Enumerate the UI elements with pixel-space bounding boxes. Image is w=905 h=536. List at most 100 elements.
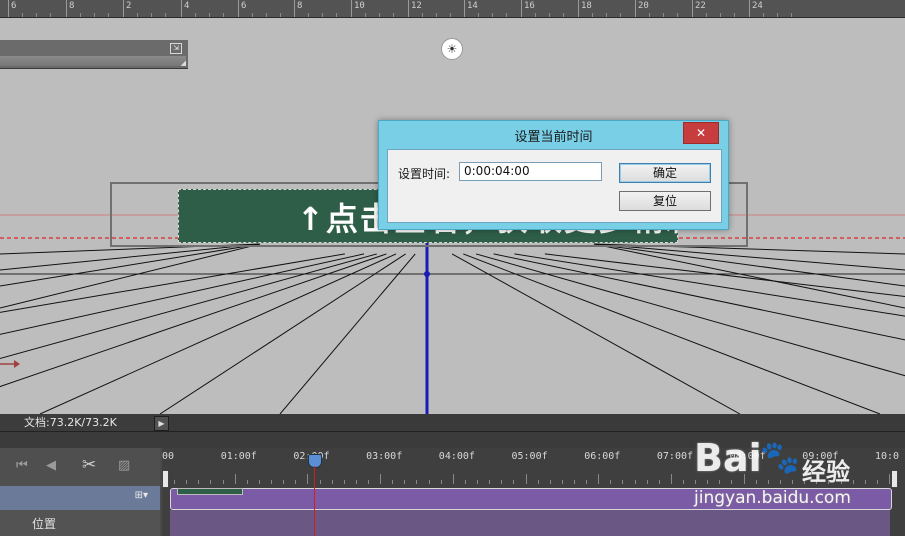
ruler-label: 8 xyxy=(297,1,303,11)
timeline-minor-tick xyxy=(464,480,466,484)
baidu-jingyan-watermark: Bai 🐾 经验 jingyan.baidu.com xyxy=(694,436,894,526)
ruler-label: 6 xyxy=(11,1,17,11)
timeline-minor-tick xyxy=(331,480,333,484)
ruler-label: 18 xyxy=(581,1,592,11)
ruler-minor-tick xyxy=(734,13,735,17)
timeline-minor-tick xyxy=(513,480,515,484)
ruler-minor-tick xyxy=(677,13,678,17)
transition-icon[interactable]: ▨ xyxy=(118,458,130,473)
ruler-tick xyxy=(408,0,409,17)
timeline-minor-tick xyxy=(683,480,685,484)
ruler-minor-tick xyxy=(137,13,138,17)
status-bar: 文档:73.2K/73.2K ▶ xyxy=(0,414,905,431)
layer-film-icon[interactable]: ⊞▾ xyxy=(135,490,148,501)
time-input[interactable] xyxy=(459,162,602,181)
timeline-minor-tick xyxy=(549,480,551,484)
grid-ray xyxy=(451,253,741,414)
grid-ray xyxy=(159,253,406,414)
watermark-url: jingyan.baidu.com xyxy=(694,488,851,508)
ruler-tick xyxy=(351,0,352,17)
grid-ray xyxy=(544,253,905,297)
ruler-minor-tick xyxy=(365,13,366,17)
timeline-minor-tick xyxy=(222,480,224,484)
ruler-label: 16 xyxy=(524,1,535,11)
timeline-minor-tick xyxy=(404,480,406,484)
status-bar-filler xyxy=(170,414,905,431)
ruler-minor-tick xyxy=(308,13,309,17)
property-row-position[interactable]: 位置 xyxy=(0,510,160,536)
ruler-label: 10 xyxy=(354,1,365,11)
timeline-tick-label: 03:00f xyxy=(366,451,403,462)
ruler-tick xyxy=(464,0,465,17)
timeline-minor-tick xyxy=(343,480,345,484)
ruler-minor-tick xyxy=(209,13,210,17)
ruler-tick xyxy=(123,0,124,17)
previous-frame-icon[interactable]: ◀ xyxy=(46,458,56,473)
ruler-label: 12 xyxy=(411,1,422,11)
ruler-label: 2 xyxy=(126,1,132,11)
watermark-cn: 经验 xyxy=(802,458,850,486)
timeline-minor-tick xyxy=(416,480,418,484)
document-size-info[interactable]: 文档:73.2K/73.2K xyxy=(24,414,150,431)
ruler-minor-tick xyxy=(266,13,267,17)
panel-gradient-bar xyxy=(0,56,186,66)
timeline-minor-tick xyxy=(186,480,188,484)
ruler-label: 8 xyxy=(69,1,75,11)
playhead-handle[interactable] xyxy=(308,454,322,468)
layer-row[interactable]: ⊞▾ xyxy=(0,486,160,510)
light-source-icon[interactable]: ☀ xyxy=(441,38,463,60)
expand-icon[interactable]: ⇲ xyxy=(170,43,182,54)
ruler-tick xyxy=(578,0,579,17)
ruler-minor-tick xyxy=(592,13,593,17)
ruler-minor-tick xyxy=(450,13,451,17)
timeline-minor-tick xyxy=(658,480,660,484)
ruler-minor-tick xyxy=(22,13,23,17)
timeline-tick xyxy=(307,474,309,484)
timeline-minor-tick xyxy=(367,480,369,484)
grid-ray xyxy=(593,243,905,271)
grid-ray xyxy=(0,243,261,287)
timeline-tick-label: 00 xyxy=(162,451,175,462)
ruler-tick xyxy=(635,0,636,17)
ruler-minor-tick xyxy=(336,13,337,17)
ruler-tick xyxy=(521,0,522,17)
ruler-minor-tick xyxy=(36,13,37,17)
ruler-minor-tick xyxy=(763,13,764,17)
reset-button[interactable]: 复位 xyxy=(619,191,711,211)
ruler-minor-tick xyxy=(535,13,536,17)
timeline-minor-tick xyxy=(392,480,394,484)
ruler-minor-tick xyxy=(663,13,664,17)
ruler-tick xyxy=(749,0,750,17)
watermark-brand: Bai xyxy=(694,436,762,480)
status-menu-arrow-icon[interactable]: ▶ xyxy=(154,416,169,431)
timeline-minor-tick xyxy=(198,480,200,484)
ruler-minor-tick xyxy=(223,13,224,17)
resize-grip-icon[interactable]: ◢ xyxy=(181,59,186,67)
ruler-label: 20 xyxy=(638,1,649,11)
time-field-label: 设置时间: xyxy=(398,167,451,181)
grid-ray xyxy=(475,253,905,377)
ruler-label: 24 xyxy=(752,1,763,11)
timeline-minor-tick xyxy=(319,480,321,484)
timeline-minor-tick xyxy=(561,480,563,484)
timeline-minor-tick xyxy=(634,480,636,484)
timeline-tick xyxy=(525,474,527,484)
grid-ray xyxy=(0,243,261,309)
grid-ray xyxy=(0,253,365,335)
timeline-minor-tick xyxy=(610,480,612,484)
ruler-minor-tick xyxy=(549,13,550,17)
dialog-body: 设置时间: 确定 复位 xyxy=(387,149,722,223)
split-scissors-icon[interactable]: ✂ xyxy=(82,455,96,475)
set-current-time-dialog: 设置当前时间 ✕ 设置时间: 确定 复位 xyxy=(378,120,729,230)
ok-button[interactable]: 确定 xyxy=(619,163,711,183)
work-area-start-handle[interactable] xyxy=(162,470,169,488)
timeline-minor-tick xyxy=(258,480,260,484)
ruler-minor-tick xyxy=(195,13,196,17)
go-to-first-frame-icon[interactable]: ⏮ xyxy=(16,458,28,473)
ruler-label: 4 xyxy=(184,1,190,11)
ruler-minor-tick xyxy=(720,13,721,17)
timeline-tick-label: 04:00f xyxy=(438,451,475,462)
ruler-minor-tick xyxy=(563,13,564,17)
ruler-minor-tick xyxy=(478,13,479,17)
close-icon[interactable]: ✕ xyxy=(683,122,719,144)
